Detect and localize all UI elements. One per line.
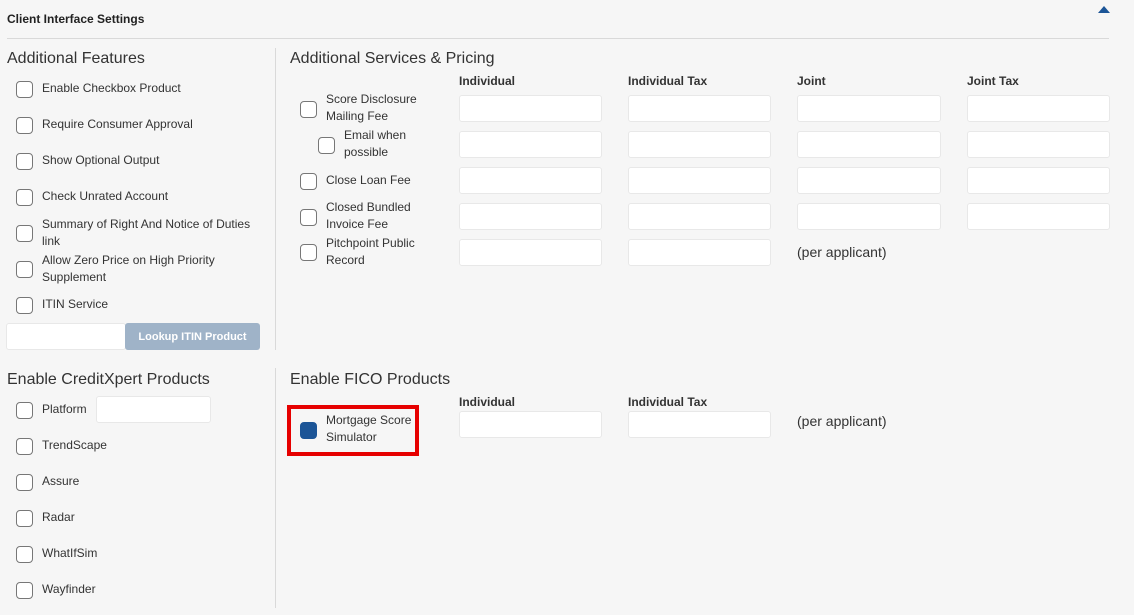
checkbox[interactable] (16, 189, 33, 206)
additional-features-heading: Additional Features (7, 50, 145, 67)
fico-column-header-individual-tax: Individual Tax (628, 395, 708, 409)
column-header-individual: Individual (459, 74, 516, 88)
collapse-up-icon[interactable] (1098, 6, 1110, 13)
assure-label: Assure (42, 474, 80, 488)
wayfinder-label: Wayfinder (42, 582, 96, 596)
feature-label: Enable Checkbox Product (42, 81, 181, 95)
platform-checkbox[interactable] (16, 402, 33, 419)
close-loan-individual-input[interactable] (459, 167, 602, 194)
email-individual-input[interactable] (459, 131, 602, 158)
checkbox[interactable] (16, 117, 33, 134)
mortgage-score-simulator-label: Mortgage Score Simulator (326, 413, 412, 444)
radar-label: Radar (42, 510, 75, 524)
score-disclosure-label: Score Disclosure Mailing Fee (326, 92, 417, 123)
column-header-individual-tax: Individual Tax (628, 74, 708, 88)
checkbox[interactable] (16, 81, 33, 98)
page-title: Client Interface Settings (7, 12, 145, 26)
itin-product-input[interactable] (6, 323, 126, 350)
email-joint-input[interactable] (797, 131, 941, 158)
checkbox[interactable] (16, 297, 33, 314)
creditxpert-heading: Enable CreditXpert Products (7, 371, 210, 388)
closed-bundled-joint-input[interactable] (797, 203, 941, 230)
close-loan-fee-checkbox[interactable] (300, 173, 317, 190)
feature-label: Check Unrated Account (42, 189, 169, 203)
feature-label: Require Consumer Approval (42, 117, 193, 131)
wayfinder-checkbox[interactable] (16, 582, 33, 599)
whatifsim-label: WhatIfSim (42, 546, 98, 560)
radar-checkbox[interactable] (16, 510, 33, 527)
mortgage-score-simulator-checkbox[interactable] (300, 422, 317, 439)
column-divider-top (275, 48, 276, 350)
column-header-joint-tax: Joint Tax (967, 74, 1019, 88)
platform-input[interactable] (96, 396, 211, 423)
score-disclosure-checkbox[interactable] (300, 101, 317, 118)
email-individual-tax-input[interactable] (628, 131, 771, 158)
pitchpoint-checkbox[interactable] (300, 244, 317, 261)
closed-bundled-individual-tax-input[interactable] (628, 203, 771, 230)
pitchpoint-individual-tax-input[interactable] (628, 239, 771, 266)
email-when-possible-label: Email when possible (344, 128, 407, 159)
trendscape-label: TrendScape (42, 438, 107, 452)
per-applicant-note: (per applicant) (797, 244, 887, 260)
trendscape-checkbox[interactable] (16, 438, 33, 455)
closed-bundled-invoice-label: Closed Bundled Invoice Fee (326, 200, 411, 231)
checkbox[interactable] (16, 225, 33, 242)
assure-checkbox[interactable] (16, 474, 33, 491)
whatifsim-checkbox[interactable] (16, 546, 33, 563)
close-loan-joint-tax-input[interactable] (967, 167, 1110, 194)
platform-label: Platform (42, 402, 87, 416)
checkbox[interactable] (16, 153, 33, 170)
score-disclosure-individual-input[interactable] (459, 95, 602, 122)
score-disclosure-joint-input[interactable] (797, 95, 941, 122)
pitchpoint-label: Pitchpoint Public Record (326, 236, 415, 267)
column-divider-bottom (275, 368, 276, 608)
fico-heading: Enable FICO Products (290, 371, 451, 388)
close-loan-joint-input[interactable] (797, 167, 941, 194)
feature-label: ITIN Service (42, 297, 109, 311)
checkbox[interactable] (16, 261, 33, 278)
closed-bundled-individual-input[interactable] (459, 203, 602, 230)
close-loan-individual-tax-input[interactable] (628, 167, 771, 194)
header-divider (7, 38, 1109, 39)
email-joint-tax-input[interactable] (967, 131, 1110, 158)
score-disclosure-individual-tax-input[interactable] (628, 95, 771, 122)
column-header-joint: Joint (797, 74, 826, 88)
fico-individual-input[interactable] (459, 411, 602, 438)
email-when-possible-checkbox[interactable] (318, 137, 335, 154)
fico-per-applicant-note: (per applicant) (797, 413, 887, 429)
additional-services-heading: Additional Services & Pricing (290, 50, 495, 67)
closed-bundled-joint-tax-input[interactable] (967, 203, 1110, 230)
lookup-itin-product-button[interactable]: Lookup ITIN Product (125, 323, 260, 350)
pitchpoint-individual-input[interactable] (459, 239, 602, 266)
feature-label: Show Optional Output (42, 153, 160, 167)
closed-bundled-invoice-checkbox[interactable] (300, 209, 317, 226)
fico-column-header-individual: Individual (459, 395, 516, 409)
feature-label: Summary of Right And Notice of Duties li… (42, 217, 251, 248)
feature-label: Allow Zero Price on High Priority Supple… (42, 253, 215, 284)
close-loan-fee-label: Close Loan Fee (326, 173, 411, 187)
score-disclosure-joint-tax-input[interactable] (967, 95, 1110, 122)
fico-individual-tax-input[interactable] (628, 411, 771, 438)
